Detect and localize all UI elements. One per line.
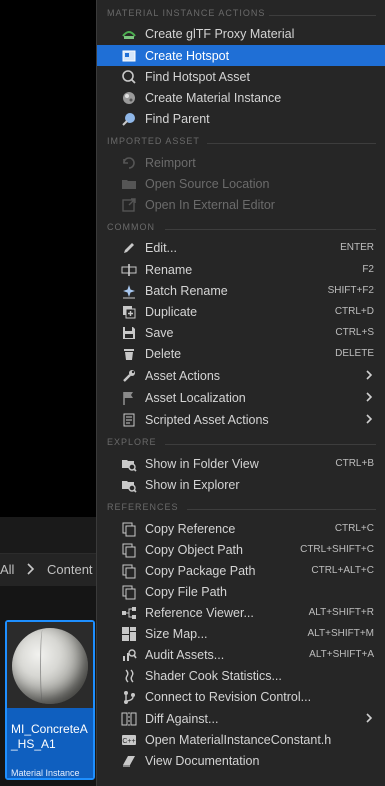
menu-item-open-material-instance-constant-h[interactable]: C++ Open MaterialInstanceConstant.h: [97, 729, 385, 750]
explorer-icon: [121, 477, 137, 493]
section-header-explore: EXPLORE: [97, 434, 385, 450]
breadcrumb-content[interactable]: Content: [47, 562, 93, 577]
menu-item-edit[interactable]: Edit... ENTER: [97, 237, 385, 258]
section-header-material-instance-actions: MATERIAL INSTANCE ACTIONS: [97, 5, 385, 21]
menu-item-show-in-folder-view[interactable]: Show in Folder View CTRL+B: [97, 453, 385, 474]
content-browser-toolbar: [0, 517, 96, 553]
material-sphere-preview: [12, 628, 88, 704]
menu-item-create-hotspot[interactable]: Create Hotspot: [97, 45, 385, 66]
pencil-icon: [121, 240, 137, 256]
menu-item-diff-against[interactable]: Diff Against...: [97, 708, 385, 729]
copy-icon: [121, 521, 137, 537]
asset-tile[interactable]: MI_ConcreteA_HS_A1 Material Instance: [5, 620, 95, 780]
copy-icon: [121, 584, 137, 600]
menu-item-copy-reference[interactable]: Copy Reference CTRL+C: [97, 518, 385, 539]
find-parent-icon: [121, 111, 137, 127]
menu-item-save[interactable]: Save CTRL+S: [97, 322, 385, 343]
shader-icon: [121, 668, 137, 684]
section-header-references: REFERENCES: [97, 499, 385, 515]
batch-rename-icon: [121, 283, 137, 299]
section-header-common: COMMON: [97, 219, 385, 235]
asset-thumbnail: [7, 622, 93, 708]
copy-icon: [121, 563, 137, 579]
chevron-right-icon: [24, 560, 36, 578]
hotspot-icon: [121, 48, 137, 64]
menu-item-size-map[interactable]: Size Map... ALT+SHIFT+M: [97, 623, 385, 644]
submenu-arrow-icon: [364, 367, 374, 383]
diff-icon: [121, 711, 137, 727]
menu-item-duplicate[interactable]: Duplicate CTRL+D: [97, 301, 385, 322]
menu-item-scripted-asset-actions[interactable]: Scripted Asset Actions: [97, 409, 385, 430]
reference-viewer-icon: [121, 605, 137, 621]
menu-item-copy-package-path[interactable]: Copy Package Path CTRL+ALT+C: [97, 560, 385, 581]
menu-item-create-material-instance[interactable]: Create Material Instance: [97, 87, 385, 108]
size-map-icon: [121, 626, 137, 642]
search-icon: [121, 69, 137, 85]
script-icon: [121, 412, 137, 428]
gltf-icon: [121, 26, 137, 42]
menu-item-copy-object-path[interactable]: Copy Object Path CTRL+SHIFT+C: [97, 539, 385, 560]
menu-item-audit-assets[interactable]: Audit Assets... ALT+SHIFT+A: [97, 644, 385, 665]
menu-item-copy-file-path[interactable]: Copy File Path: [97, 581, 385, 602]
rename-icon: [121, 262, 137, 278]
menu-item-find-parent[interactable]: Find Parent: [97, 108, 385, 129]
audit-icon: [121, 647, 137, 663]
asset-type: Material Instance: [11, 768, 80, 778]
menu-item-reimport: Reimport: [97, 152, 385, 173]
book-icon: [121, 753, 137, 769]
asset-label-area: MI_ConcreteA_HS_A1 Material Instance: [7, 708, 93, 778]
menu-item-asset-localization[interactable]: Asset Localization: [97, 387, 385, 408]
wrench-icon: [121, 368, 137, 384]
submenu-arrow-icon: [364, 389, 374, 405]
context-menu: MATERIAL INSTANCE ACTIONS Create glTF Pr…: [96, 0, 385, 786]
external-editor-icon: [121, 197, 137, 213]
breadcrumb-all[interactable]: All: [0, 562, 14, 577]
menu-item-open-source-location: Open Source Location: [97, 173, 385, 194]
menu-item-find-hotspot-asset[interactable]: Find Hotspot Asset: [97, 66, 385, 87]
asset-name: MI_ConcreteA_HS_A1: [11, 722, 88, 751]
revision-control-icon: [121, 689, 137, 705]
save-icon: [121, 325, 137, 341]
duplicate-icon: [121, 304, 137, 320]
menu-item-asset-actions[interactable]: Asset Actions: [97, 365, 385, 386]
submenu-arrow-icon: [364, 710, 374, 726]
menu-item-open-in-external-editor: Open In External Editor: [97, 194, 385, 215]
menu-item-connect-to-revision-control[interactable]: Connect to Revision Control...: [97, 686, 385, 707]
flag-icon: [121, 390, 137, 406]
material-icon: [121, 90, 137, 106]
menu-item-show-in-explorer[interactable]: Show in Explorer: [97, 474, 385, 495]
trash-icon: [121, 346, 137, 362]
menu-item-rename[interactable]: Rename F2: [97, 259, 385, 280]
section-header-imported-asset: IMPORTED ASSET: [97, 133, 385, 149]
reimport-icon: [121, 155, 137, 171]
menu-item-create-gltf-proxy-material[interactable]: Create glTF Proxy Material: [97, 23, 385, 44]
svg-text:C++: C++: [122, 738, 135, 745]
menu-item-delete[interactable]: Delete DELETE: [97, 343, 385, 364]
breadcrumb: All Content: [0, 553, 96, 587]
submenu-arrow-icon: [364, 411, 374, 427]
copy-icon: [121, 542, 137, 558]
folder-icon: [121, 176, 137, 192]
folder-search-icon: [121, 456, 137, 472]
menu-item-reference-viewer[interactable]: Reference Viewer... ALT+SHIFT+R: [97, 602, 385, 623]
menu-item-shader-cook-statistics[interactable]: Shader Cook Statistics...: [97, 665, 385, 686]
menu-item-view-documentation[interactable]: View Documentation: [97, 750, 385, 771]
menu-item-batch-rename[interactable]: Batch Rename SHIFT+F2: [97, 280, 385, 301]
cpp-icon: C++: [121, 732, 137, 748]
